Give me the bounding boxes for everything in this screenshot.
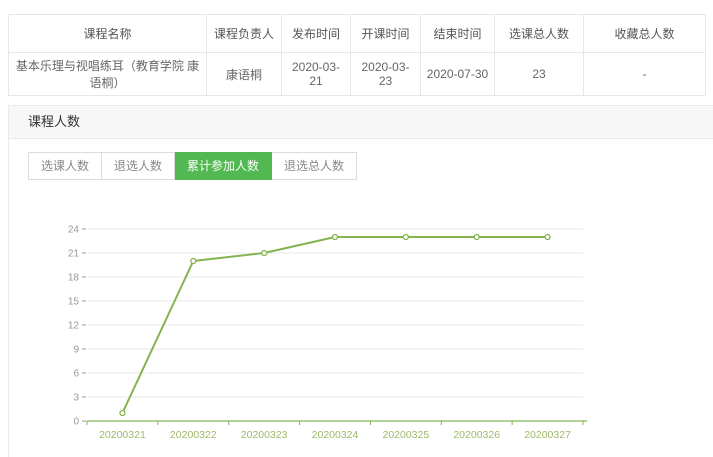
chart-tabs: 选课人数 退选人数 累计参加人数 退选总人数 bbox=[28, 152, 357, 180]
svg-text:12: 12 bbox=[68, 321, 80, 332]
svg-text:20200326: 20200326 bbox=[453, 429, 500, 441]
col-header-publish-time: 发布时间 bbox=[282, 15, 351, 53]
svg-text:20200323: 20200323 bbox=[241, 429, 288, 441]
col-header-course-name: 课程名称 bbox=[9, 15, 207, 53]
svg-text:9: 9 bbox=[73, 345, 79, 356]
tab-enrolled-count[interactable]: 选课人数 bbox=[28, 152, 102, 180]
svg-text:24: 24 bbox=[68, 225, 80, 236]
cell-end-time: 2020-07-30 bbox=[421, 53, 495, 96]
col-header-end-time: 结束时间 bbox=[421, 15, 495, 53]
svg-text:3: 3 bbox=[73, 393, 79, 404]
col-header-start-time: 开课时间 bbox=[351, 15, 421, 53]
course-table: 课程名称 课程负责人 发布时间 开课时间 结束时间 选课总人数 收藏总人数 基本… bbox=[8, 14, 706, 96]
participants-line-chart: 0 3 6 9 12 15 18 21 24 20200321 20200322 20200323 20… bbox=[9, 191, 713, 453]
col-header-total-favorites: 收藏总人数 bbox=[584, 15, 706, 53]
svg-text:20200325: 20200325 bbox=[382, 429, 429, 441]
col-header-total-enrolled: 选课总人数 bbox=[495, 15, 584, 53]
course-table-row: 基本乐理与视唱练耳（教育学院 康语桐） 康语桐 2020-03-21 2020-… bbox=[9, 53, 706, 96]
course-numbers-panel: 课程人数 选课人数 退选人数 累计参加人数 退选总人数 0 3 6 9 12 15 18 21… bbox=[8, 105, 713, 457]
tab-cumulative-participants[interactable]: 累计参加人数 bbox=[175, 152, 272, 180]
svg-text:20200324: 20200324 bbox=[312, 429, 359, 441]
svg-text:20200327: 20200327 bbox=[524, 429, 571, 441]
cell-total-favorites: - bbox=[584, 53, 706, 96]
svg-text:18: 18 bbox=[68, 273, 80, 284]
svg-text:6: 6 bbox=[73, 369, 79, 380]
svg-text:20200322: 20200322 bbox=[170, 429, 217, 441]
col-header-course-leader: 课程负责人 bbox=[207, 15, 282, 53]
panel-title: 课程人数 bbox=[28, 114, 80, 129]
tab-total-withdrawn-count[interactable]: 退选总人数 bbox=[272, 152, 357, 180]
panel-header: 课程人数 bbox=[9, 106, 713, 139]
course-table-header-row: 课程名称 课程负责人 发布时间 开课时间 结束时间 选课总人数 收藏总人数 bbox=[9, 15, 706, 53]
cell-course-name: 基本乐理与视唱练耳（教育学院 康语桐） bbox=[9, 53, 207, 96]
cell-publish-time: 2020-03-21 bbox=[282, 53, 351, 96]
svg-text:21: 21 bbox=[68, 249, 80, 260]
cell-total-enrolled: 23 bbox=[495, 53, 584, 96]
svg-text:20200321: 20200321 bbox=[99, 429, 146, 441]
tab-withdrawn-count[interactable]: 退选人数 bbox=[102, 152, 175, 180]
cell-course-leader: 康语桐 bbox=[207, 53, 282, 96]
svg-text:15: 15 bbox=[68, 297, 80, 308]
cell-start-time: 2020-03-23 bbox=[351, 53, 421, 96]
svg-text:0: 0 bbox=[73, 417, 79, 428]
